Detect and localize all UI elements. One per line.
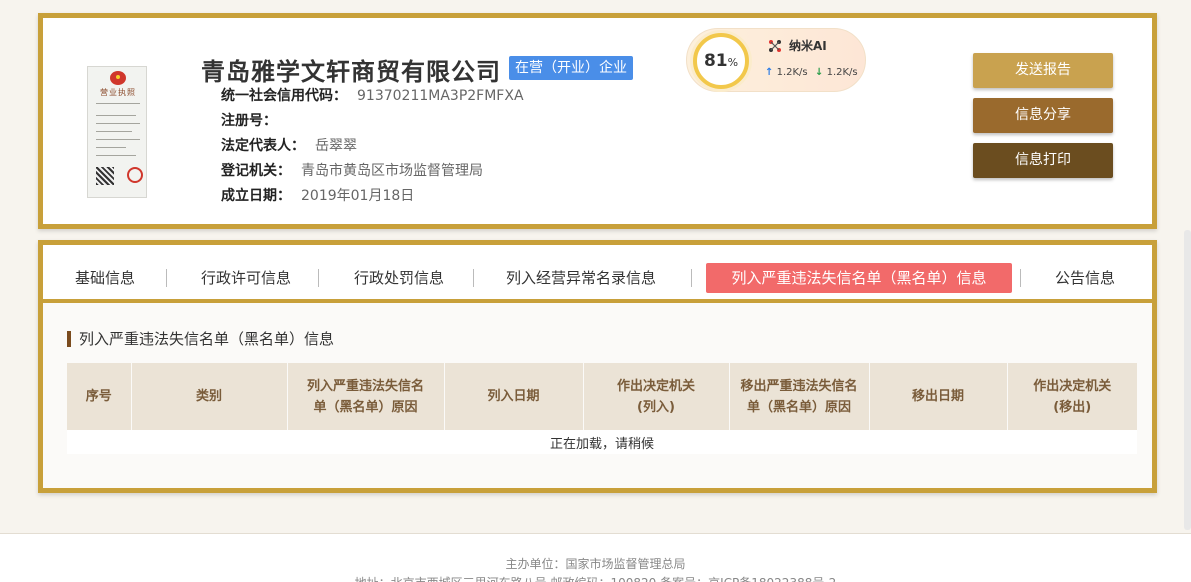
section-title: 列入严重违法失信名单（黑名单）信息 bbox=[67, 331, 334, 347]
info-row-credit-code: 统一社会信用代码： 91370211MA3P2FMFXA bbox=[221, 86, 524, 106]
upload-rate: ↑ 1.2K/s bbox=[765, 67, 808, 78]
tab-blacklist[interactable]: 列入严重违法失信名单（黑名单）信息 bbox=[706, 263, 1012, 293]
company-card: 营业执照 青岛雅学文轩商贸有限公司 在营（开业）企业 统一社会信用代码： 9137… bbox=[38, 13, 1157, 229]
send-report-button[interactable]: 发送报告 bbox=[973, 53, 1113, 88]
score-value: 81 bbox=[703, 51, 728, 71]
column-header-removal-date: 移出日期 bbox=[869, 363, 1008, 430]
nami-ai-logo-icon bbox=[769, 40, 781, 52]
info-label: 成立日期： bbox=[221, 188, 291, 204]
license-line bbox=[96, 103, 140, 104]
qr-code-icon bbox=[96, 167, 114, 185]
info-row-reg-number: 注册号： bbox=[221, 111, 287, 131]
tab-separator bbox=[318, 269, 319, 287]
column-header-listing-date: 列入日期 bbox=[444, 363, 584, 430]
ai-score-widget[interactable]: 81% 纳米AI ↑ 1.2K/s ↓ 1.2K/s bbox=[686, 28, 866, 92]
tab-admin-license[interactable]: 行政许可信息 bbox=[186, 263, 306, 293]
info-row-legal-rep: 法定代表人： 岳翠翠 bbox=[221, 136, 357, 156]
license-line bbox=[96, 131, 132, 132]
download-rate-value: 1.2K/s bbox=[826, 67, 858, 78]
tab-separator bbox=[473, 269, 474, 287]
national-emblem-icon bbox=[110, 71, 126, 85]
column-header-index: 序号 bbox=[67, 363, 132, 430]
info-label: 法定代表人： bbox=[221, 138, 305, 154]
column-header-listing-authority: 作出决定机关 (列入) bbox=[583, 363, 730, 430]
upload-rate-value: 1.2K/s bbox=[776, 67, 808, 78]
column-header-category: 类别 bbox=[131, 363, 288, 430]
score-unit: % bbox=[727, 56, 739, 69]
footer: 主办单位：国家市场监督管理总局 地址：北京市西城区三里河东路八号 邮政编码：10… bbox=[0, 534, 1191, 582]
info-label: 统一社会信用代码： bbox=[221, 88, 347, 104]
tab-bar: 基础信息 行政许可信息 行政处罚信息 列入经营异常名录信息 列入严重违法失信名单… bbox=[43, 245, 1152, 303]
table-header-row: 序号 类别 列入严重违法失信名 单（黑名单）原因 列入日期 作出决定机关 (列入) … bbox=[67, 363, 1137, 430]
info-label: 登记机关： bbox=[221, 163, 291, 179]
tab-basic-info[interactable]: 基础信息 bbox=[65, 263, 145, 293]
footer-address: 地址：北京市西城区三里河东路八号 邮政编码：100820 备案号：京ICP备18… bbox=[0, 574, 1191, 582]
official-stamp-icon bbox=[127, 167, 143, 183]
tab-separator bbox=[691, 269, 692, 287]
column-header-listing-reason: 列入严重违法失信名 单（黑名单）原因 bbox=[287, 363, 445, 430]
print-info-button[interactable]: 信息打印 bbox=[973, 143, 1113, 178]
arrow-down-icon: ↓ bbox=[815, 67, 824, 78]
info-value: 青岛市黄岛区市场监督管理局 bbox=[301, 163, 483, 179]
loading-message: 正在加载，请稍候 bbox=[67, 430, 1137, 454]
company-name: 青岛雅学文轩商贸有限公司 bbox=[201, 58, 501, 86]
info-label: 注册号： bbox=[221, 113, 277, 129]
info-value: 2019年01月18日 bbox=[301, 188, 415, 204]
table-row: 正在加载，请稍候 bbox=[67, 430, 1137, 454]
license-line bbox=[96, 115, 136, 116]
footer-sponsor: 主办单位：国家市场监督管理总局 bbox=[505, 557, 686, 571]
tab-separator bbox=[1020, 269, 1021, 287]
info-value: 岳翠翠 bbox=[315, 138, 357, 154]
ai-label: 纳米AI bbox=[789, 39, 827, 53]
scrollbar[interactable] bbox=[1184, 230, 1191, 530]
score-circle: 81% bbox=[693, 33, 749, 89]
info-tabs-card: 基础信息 行政许可信息 行政处罚信息 列入经营异常名录信息 列入严重违法失信名单… bbox=[38, 240, 1157, 493]
blacklist-table: 序号 类别 列入严重违法失信名 单（黑名单）原因 列入日期 作出决定机关 (列入) … bbox=[67, 363, 1137, 454]
info-row-founded: 成立日期： 2019年01月18日 bbox=[221, 186, 414, 206]
info-value: 91370211MA3P2FMFXA bbox=[357, 88, 524, 104]
license-line bbox=[96, 139, 140, 140]
tab-announcements[interactable]: 公告信息 bbox=[1045, 263, 1125, 293]
tab-abnormal-operations[interactable]: 列入经营异常名录信息 bbox=[491, 263, 671, 293]
license-line bbox=[96, 123, 140, 124]
status-badge: 在营（开业）企业 bbox=[509, 56, 633, 80]
license-line bbox=[96, 147, 126, 148]
share-info-button[interactable]: 信息分享 bbox=[973, 98, 1113, 133]
tab-admin-penalty[interactable]: 行政处罚信息 bbox=[339, 263, 459, 293]
license-title: 营业执照 bbox=[100, 88, 136, 97]
arrow-up-icon: ↑ bbox=[765, 67, 774, 78]
info-row-registry: 登记机关： 青岛市黄岛区市场监督管理局 bbox=[221, 161, 483, 181]
license-line bbox=[96, 155, 136, 156]
tab-separator bbox=[166, 269, 167, 287]
column-header-removal-reason: 移出严重违法失信名 单（黑名单）原因 bbox=[729, 363, 870, 430]
column-header-removal-authority: 作出决定机关 (移出) bbox=[1007, 363, 1137, 430]
download-rate: ↓ 1.2K/s bbox=[815, 67, 858, 78]
business-license-thumbnail[interactable]: 营业执照 bbox=[87, 66, 147, 198]
